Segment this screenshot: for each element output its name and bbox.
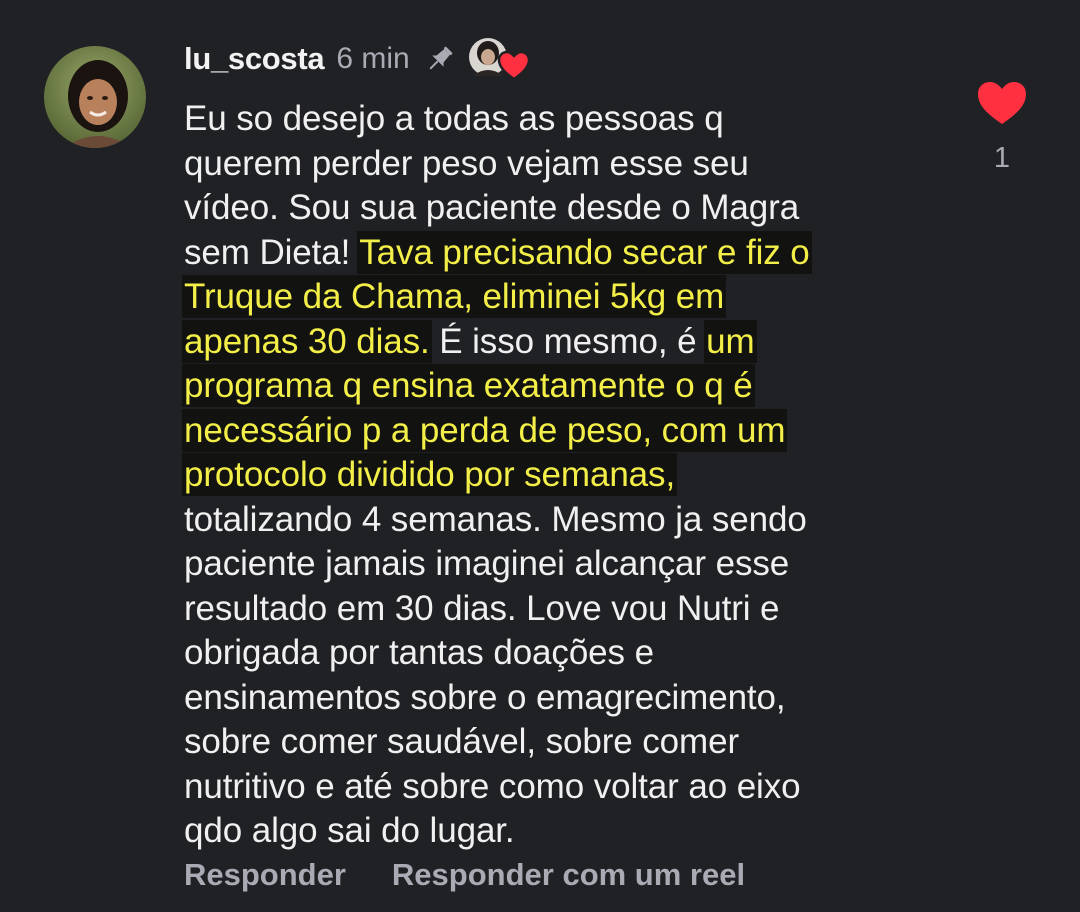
comment-text-segment: qdo algo sai do lugar.: [184, 811, 515, 850]
timestamp: 6 min: [336, 42, 410, 75]
comment-text-segment: obrigada por tantas doações e: [184, 633, 654, 672]
highlighted-text: Truque da Chama, eliminei 5kg em: [184, 277, 725, 316]
comment-text-segment: resultado em 30 dias. Love vou Nutri e: [184, 588, 780, 628]
comment-text-line: vídeo. Sou sua paciente desde o Magra: [184, 186, 944, 231]
comment-text-segment: vídeo. Sou sua paciente desde o Magra: [184, 188, 800, 227]
comment-text-line: necessário p a perda de peso, com um: [184, 409, 944, 454]
comment-text-line: resultado em 30 dias. Love vou Nutri e: [184, 587, 944, 632]
like-area: 1: [974, 80, 1030, 175]
comment-text-line: obrigada por tantas doações e: [184, 631, 944, 676]
comment-actions: Responder Responder com um reel: [184, 857, 745, 893]
comment-text-segment: sobre comer saudável, sobre comer: [184, 722, 740, 761]
comment-text-segment: Eu so desejo a todas as pessoas q: [184, 99, 724, 138]
comment-text-line: programa q ensina exatamente o q é: [184, 364, 944, 409]
highlighted-text: Tava precisando secar e fiz o: [359, 232, 810, 272]
comment-text-line: sobre comer saudável, sobre comer: [184, 720, 944, 765]
highlighted-text: apenas 30 dias.: [184, 321, 430, 361]
highlighted-text: protocolo dividido por semanas,: [184, 455, 676, 494]
comment-text-line: ensinamentos sobre o emagrecimento,: [184, 676, 944, 721]
comment-text-line: nutritivo e até sobre como voltar ao eix…: [184, 765, 944, 810]
highlighted-text: necessário p a perda de peso, com um: [184, 410, 786, 450]
comment-text-segment: sem Dieta!: [184, 232, 360, 272]
comment-text: Eu so desejo a todas as pessoas q querem …: [184, 97, 944, 854]
highlighted-text: um: [706, 321, 755, 361]
comment: lu_scosta 6 min Eu so desejo a todas as …: [0, 0, 1080, 912]
comment-text-line: totalizando 4 semanas. Mesmo ja sendo: [184, 498, 944, 543]
comment-text-line: querem perder peso vejam esse seu: [184, 142, 944, 187]
comment-text-line: qdo algo sai do lugar.: [184, 809, 944, 854]
comment-header: lu_scosta 6 min: [184, 35, 530, 83]
comment-text-segment: querem perder peso vejam esse seu: [184, 143, 749, 183]
reply-with-reel-button[interactable]: Responder com um reel: [392, 857, 745, 893]
creator-heart-avatar-icon: [466, 35, 530, 83]
comment-text-line: Eu so desejo a todas as pessoas q: [184, 97, 944, 142]
pin-icon: [424, 43, 456, 75]
reply-button[interactable]: Responder: [184, 857, 346, 893]
comment-text-line: protocolo dividido por semanas,: [184, 453, 944, 498]
highlighted-text: programa q ensina exatamente o q é: [184, 366, 753, 405]
comment-text-segment: paciente jamais imaginei alcançar esse: [184, 544, 790, 583]
comment-text-segment: ensinamentos sobre o emagrecimento,: [184, 677, 786, 717]
like-count: 1: [993, 142, 1011, 174]
comment-text-segment: É isso mesmo, é: [429, 321, 707, 361]
username[interactable]: lu_scosta: [184, 41, 325, 77]
comment-text-segment: nutritivo e até sobre como voltar ao eix…: [184, 766, 801, 806]
comment-text-line: Truque da Chama, eliminei 5kg em: [184, 275, 944, 320]
comment-text-line: sem Dieta! Tava precisando secar e fiz o: [184, 231, 944, 276]
comment-text-line: apenas 30 dias. É isso mesmo, é um: [184, 320, 944, 365]
comment-text-segment: totalizando 4 semanas. Mesmo ja sendo: [184, 499, 807, 539]
comment-text-line: paciente jamais imaginei alcançar esse: [184, 542, 944, 587]
heart-icon[interactable]: [976, 80, 1028, 126]
user-avatar[interactable]: [44, 46, 146, 148]
